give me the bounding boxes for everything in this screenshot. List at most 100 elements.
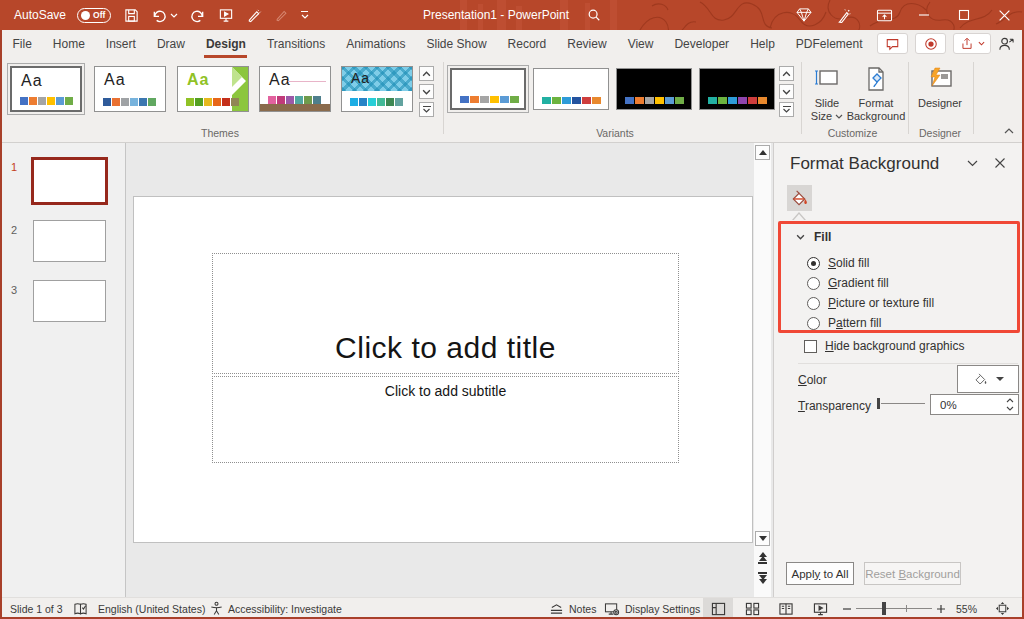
tab-review[interactable]: Review [557, 30, 617, 58]
theme-integral[interactable]: Aa [341, 66, 413, 112]
format-background-icon [864, 64, 888, 94]
pane-chevron-down-icon[interactable] [967, 160, 978, 167]
tab-home[interactable]: Home [42, 30, 95, 58]
pane-close-icon[interactable] [994, 157, 1006, 169]
radio-gradient-fill[interactable]: Gradient fill [807, 276, 889, 290]
maximize-button[interactable] [944, 0, 984, 30]
fill-tab-icon[interactable] [787, 185, 812, 211]
close-button[interactable] [984, 0, 1024, 30]
vertical-scrollbar[interactable] [754, 143, 771, 597]
reading-view-button[interactable] [771, 598, 801, 619]
slide-canvas[interactable]: Click to add title Click to add subtitle [133, 196, 753, 543]
autosave-toggle[interactable]: Off [77, 8, 111, 23]
slideshow-view-button[interactable] [805, 598, 835, 619]
slide-sorter-view-button[interactable] [737, 598, 767, 619]
variant-3[interactable] [616, 68, 692, 110]
tab-view[interactable]: View [617, 30, 664, 58]
accessibility-icon[interactable] [209, 598, 224, 619]
draw-pen-icon[interactable] [246, 8, 262, 23]
undo-icon[interactable] [151, 8, 178, 23]
premium-gem-icon[interactable] [784, 0, 824, 30]
pen-disabled-icon [274, 8, 289, 22]
display-settings-button[interactable]: Display Settings [604, 598, 700, 619]
tab-transitions[interactable]: Transitions [256, 30, 335, 58]
tab-file[interactable]: File [2, 30, 42, 58]
tab-developer[interactable]: Developer [664, 30, 740, 58]
zoom-in-icon[interactable] [936, 598, 946, 619]
comments-button[interactable] [877, 33, 908, 54]
variant-4[interactable] [699, 68, 775, 110]
record-button[interactable] [915, 33, 946, 54]
tab-insert[interactable]: Insert [95, 30, 146, 58]
slide-indicator[interactable]: Slide 1 of 3 [10, 598, 63, 619]
normal-view-button[interactable] [703, 598, 733, 619]
spin-up-icon[interactable] [1006, 398, 1014, 403]
scroll-up-icon[interactable] [755, 145, 770, 160]
slide-size-button[interactable]: Slide Size [806, 64, 848, 123]
variants-group-label: Variants [545, 127, 685, 139]
radio-pattern-fill[interactable]: Pattern fill [807, 316, 881, 330]
redo-icon[interactable] [190, 8, 206, 23]
search-icon[interactable] [587, 8, 601, 22]
previous-slide-icon[interactable] [756, 552, 769, 564]
reset-background-button[interactable]: Reset Background [864, 562, 961, 585]
spellcheck-icon[interactable] [73, 598, 88, 619]
tab-pdfelement[interactable]: PDFelement [785, 30, 873, 58]
slide-thumbnail-2[interactable] [33, 220, 106, 262]
transparency-slider-thumb[interactable] [877, 398, 880, 409]
notes-button[interactable]: Notes [549, 598, 596, 619]
next-slide-icon[interactable] [756, 572, 769, 584]
theme-gallery[interactable]: Aa [259, 66, 331, 112]
scroll-down-icon[interactable] [755, 531, 770, 546]
share-button[interactable] [953, 33, 991, 54]
apply-to-all-button[interactable]: Apply to All [786, 562, 854, 585]
zoom-slider-track[interactable] [856, 608, 932, 609]
tab-draw[interactable]: Draw [146, 30, 195, 58]
designer-button[interactable]: Designer [914, 64, 966, 110]
variant-2[interactable] [533, 68, 609, 110]
zoom-out-icon[interactable] [842, 598, 852, 619]
slide-editing-area: Click to add title Click to add subtitle [127, 143, 754, 597]
radio-solid-fill[interactable]: Solid fill [807, 256, 869, 270]
spin-down-icon[interactable] [1006, 406, 1014, 411]
variant-1[interactable] [450, 68, 526, 110]
theme-facet[interactable]: Aa [177, 66, 249, 112]
collapse-ribbon-icon[interactable] [1004, 128, 1014, 134]
save-icon[interactable] [124, 8, 139, 23]
designer-group-label: Designer [912, 127, 968, 139]
start-slideshow-icon[interactable] [218, 8, 234, 23]
tab-record[interactable]: Record [497, 30, 557, 58]
slide-number: 1 [11, 161, 17, 173]
pane-title: Format Background [790, 154, 939, 174]
tab-help[interactable]: Help [740, 30, 786, 58]
accessibility-status[interactable]: Accessibility: Investigate [228, 598, 342, 619]
ink-pen-icon[interactable] [824, 0, 864, 30]
fit-slide-icon[interactable] [995, 598, 1010, 619]
presenter-icon[interactable] [998, 36, 1015, 52]
tab-slideshow[interactable]: Slide Show [416, 30, 497, 58]
qat-more-icon[interactable] [301, 11, 309, 19]
hide-background-graphics-checkbox[interactable]: Hide background graphics [804, 339, 964, 353]
fill-section-header[interactable]: Fill [796, 230, 831, 244]
subtitle-placeholder[interactable]: Click to add subtitle [212, 376, 679, 463]
tab-design[interactable]: Design [195, 30, 256, 58]
zoom-slider-thumb[interactable] [882, 602, 886, 615]
transparency-spinner[interactable]: 0% [930, 394, 1019, 415]
transparency-slider-track[interactable] [881, 403, 925, 404]
slide-thumbnail-3[interactable] [33, 280, 106, 322]
zoom-level[interactable]: 55% [956, 598, 977, 619]
minimize-button[interactable] [904, 0, 944, 30]
color-picker-button[interactable] [957, 365, 1019, 393]
radio-picture-fill[interactable]: Picture or texture fill [807, 296, 934, 310]
variants-gallery-scroll[interactable] [779, 66, 794, 120]
tab-animations[interactable]: Animations [336, 30, 416, 58]
slide-thumbnail-1[interactable] [31, 157, 108, 205]
title-placeholder[interactable]: Click to add title [212, 253, 679, 374]
themes-group-label: Themes [150, 127, 290, 139]
restore-window-icon[interactable] [864, 0, 904, 30]
themes-gallery-scroll[interactable] [419, 66, 434, 120]
theme-office[interactable]: Aa [10, 66, 82, 112]
format-background-button[interactable]: Format Background [848, 64, 904, 123]
theme-2[interactable]: Aa [94, 66, 166, 112]
language-indicator[interactable]: English (United States) [98, 598, 205, 619]
